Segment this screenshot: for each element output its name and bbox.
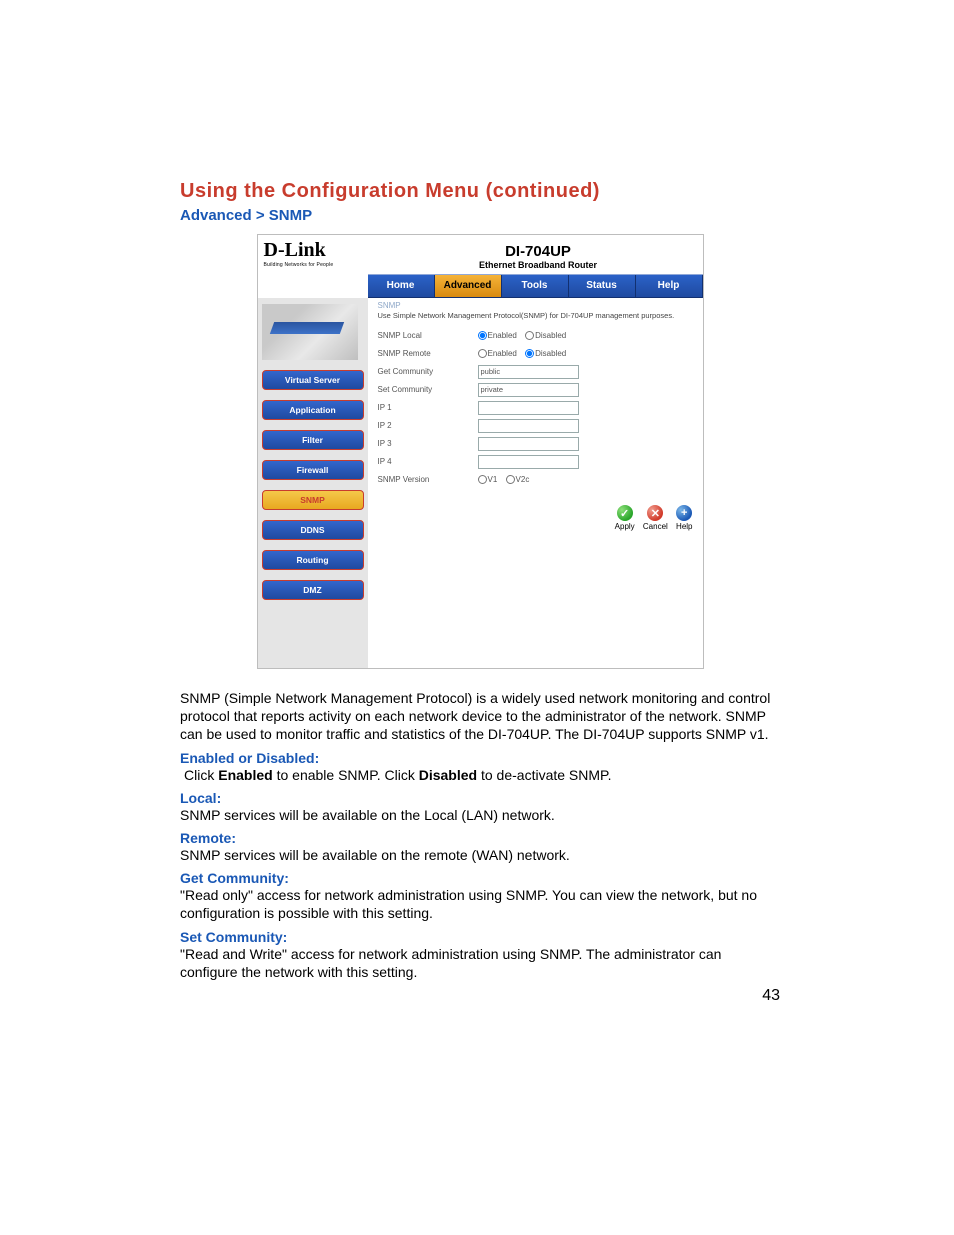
get-paragraph: "Read only" access for network administr… bbox=[180, 886, 780, 922]
section-title-set: Set Community: bbox=[180, 929, 780, 945]
label-get-community: Get Community bbox=[378, 367, 478, 376]
top-tabbar: Home Advanced Tools Status Help bbox=[368, 274, 703, 298]
help-button[interactable]: + Help bbox=[676, 505, 692, 531]
sidebar-item-filter[interactable]: Filter bbox=[262, 430, 364, 450]
sidebar-item-virtual-server[interactable]: Virtual Server bbox=[262, 370, 364, 390]
breadcrumb: Advanced > SNMP bbox=[180, 207, 780, 224]
router-ui-screenshot: D-Link Building Networks for People DI-7… bbox=[257, 234, 704, 669]
action-label: Apply bbox=[615, 522, 635, 531]
label-ip4: IP 4 bbox=[378, 457, 478, 466]
label-snmp-remote: SNMP Remote bbox=[378, 349, 478, 358]
input-ip4[interactable] bbox=[478, 455, 579, 469]
brand-tagline: Building Networks for People bbox=[264, 262, 374, 268]
radio-snmp-local-disabled[interactable] bbox=[525, 331, 534, 340]
input-ip1[interactable] bbox=[478, 401, 579, 415]
tab-status[interactable]: Status bbox=[569, 275, 636, 297]
input-ip2[interactable] bbox=[478, 419, 579, 433]
radio-snmp-local-enabled[interactable] bbox=[478, 331, 487, 340]
radio-label: V2c bbox=[516, 475, 530, 484]
radio-snmp-remote-enabled[interactable] bbox=[478, 349, 487, 358]
radio-label: Disabled bbox=[535, 331, 566, 340]
tab-advanced[interactable]: Advanced bbox=[435, 275, 502, 297]
panel-section-desc: Use Simple Network Management Protocol(S… bbox=[378, 311, 693, 320]
tab-home[interactable]: Home bbox=[368, 275, 435, 297]
radio-snmp-v2c[interactable] bbox=[506, 475, 515, 484]
remote-paragraph: SNMP services will be available on the r… bbox=[180, 846, 780, 864]
radio-label: Enabled bbox=[488, 331, 517, 340]
radio-label: Enabled bbox=[488, 349, 517, 358]
cancel-button[interactable]: ✕ Cancel bbox=[643, 505, 668, 531]
plus-icon: + bbox=[676, 505, 692, 521]
tab-help[interactable]: Help bbox=[636, 275, 703, 297]
panel-section-label: SNMP bbox=[378, 301, 693, 310]
input-ip3[interactable] bbox=[478, 437, 579, 451]
radio-label: V1 bbox=[488, 475, 498, 484]
sidebar-item-dmz[interactable]: DMZ bbox=[262, 580, 364, 600]
label-ip1: IP 1 bbox=[378, 403, 478, 412]
radio-label: Disabled bbox=[535, 349, 566, 358]
sidebar-item-snmp[interactable]: SNMP bbox=[262, 490, 364, 510]
radio-snmp-v1[interactable] bbox=[478, 475, 487, 484]
sidebar-item-application[interactable]: Application bbox=[262, 400, 364, 420]
label-snmp-local: SNMP Local bbox=[378, 331, 478, 340]
label-ip2: IP 2 bbox=[378, 421, 478, 430]
input-set-community[interactable] bbox=[478, 383, 579, 397]
section-title-enabled: Enabled or Disabled: bbox=[180, 750, 780, 766]
set-paragraph: "Read and Write" access for network admi… bbox=[180, 945, 780, 981]
checkmark-icon: ✓ bbox=[617, 505, 633, 521]
action-label: Help bbox=[676, 522, 692, 531]
section-title-local: Local: bbox=[180, 790, 780, 806]
label-snmp-version: SNMP Version bbox=[378, 475, 478, 484]
close-icon: ✕ bbox=[647, 505, 663, 521]
brand-logo: D-Link bbox=[264, 239, 374, 262]
action-label: Cancel bbox=[643, 522, 668, 531]
content-panel: SNMP Use Simple Network Management Proto… bbox=[368, 298, 703, 668]
sidebar: Virtual Server Application Filter Firewa… bbox=[258, 298, 368, 668]
apply-button[interactable]: ✓ Apply bbox=[615, 505, 635, 531]
label-set-community: Set Community bbox=[378, 385, 478, 394]
radio-snmp-remote-disabled[interactable] bbox=[525, 349, 534, 358]
enabled-paragraph: Click Enabled to enable SNMP. Click Disa… bbox=[184, 766, 780, 784]
device-subtitle: Ethernet Broadband Router bbox=[374, 260, 703, 270]
sidebar-item-ddns[interactable]: DDNS bbox=[262, 520, 364, 540]
sidebar-item-firewall[interactable]: Firewall bbox=[262, 460, 364, 480]
device-model: DI-704UP bbox=[374, 243, 703, 260]
input-get-community[interactable] bbox=[478, 365, 579, 379]
label-ip3: IP 3 bbox=[378, 439, 478, 448]
sidebar-item-routing[interactable]: Routing bbox=[262, 550, 364, 570]
page-heading: Using the Configuration Menu (continued) bbox=[180, 180, 780, 203]
device-image bbox=[262, 304, 358, 360]
intro-paragraph: SNMP (Simple Network Management Protocol… bbox=[180, 689, 780, 744]
section-title-get: Get Community: bbox=[180, 870, 780, 886]
page-number: 43 bbox=[180, 987, 780, 1005]
local-paragraph: SNMP services will be available on the L… bbox=[180, 806, 780, 824]
tab-tools[interactable]: Tools bbox=[502, 275, 569, 297]
section-title-remote: Remote: bbox=[180, 830, 780, 846]
